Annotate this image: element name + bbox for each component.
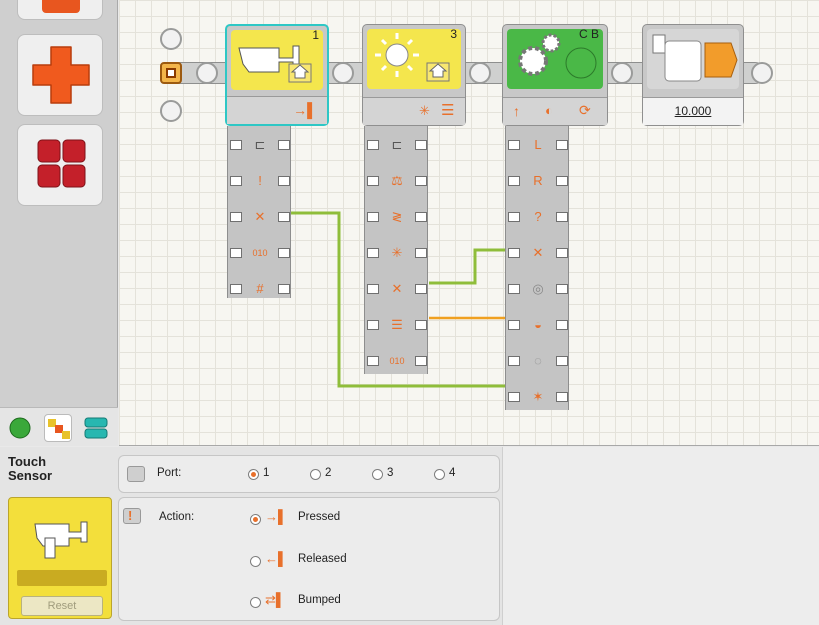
wait-duration-value: 10.000 bbox=[674, 104, 712, 118]
bumped-radio[interactable] bbox=[250, 597, 261, 608]
port-4-radio[interactable] bbox=[434, 469, 445, 480]
released-icon: ←▌ bbox=[265, 551, 288, 566]
direction-icon: ↑ bbox=[513, 103, 520, 119]
block-footer: ✳ ☰ bbox=[363, 97, 465, 125]
grid-icon bbox=[37, 139, 86, 188]
light-data-hub[interactable]: ⊏ ⚖ ≷ ✳ ✕ ☰ 010 bbox=[364, 126, 428, 374]
block-footer: →▌ bbox=[227, 96, 327, 124]
yes-no-icon: ✕ bbox=[391, 281, 403, 296]
blocks-icon bbox=[48, 419, 70, 439]
tab-complete-palette[interactable] bbox=[44, 414, 72, 442]
green-circle-icon bbox=[9, 417, 31, 439]
pressed-radio[interactable] bbox=[250, 514, 261, 525]
tab-custom-palette[interactable] bbox=[82, 414, 110, 442]
palette-tabs bbox=[0, 407, 118, 446]
nxt-program-editor: 1 →▌ ⊏ ! ✕ 010 # 3 ✳ ☰ ⊏ ⚖ ≷ ✳ ✕ ☰ 010 C… bbox=[0, 0, 819, 625]
move-data-hub[interactable]: L R ? ✕ ◎ ◒ ◌ ✶ bbox=[505, 126, 569, 410]
next-action-icon: ✶ bbox=[532, 389, 544, 404]
palette-item-common[interactable] bbox=[17, 0, 103, 20]
port-icon: ⊏ bbox=[254, 137, 266, 152]
palette-item-flow[interactable] bbox=[17, 124, 103, 206]
hourglass-icon bbox=[652, 34, 738, 82]
touch-icon-area bbox=[231, 30, 323, 90]
port-2-radio[interactable] bbox=[310, 469, 321, 480]
teal-stack-icon bbox=[84, 417, 108, 439]
action-icon: ! bbox=[123, 508, 141, 524]
bumped-label: Bumped bbox=[298, 594, 341, 606]
reset-button[interactable]: Reset bbox=[21, 596, 103, 616]
port-3-radio[interactable] bbox=[372, 469, 383, 480]
pressed-label: Pressed bbox=[298, 511, 341, 523]
block-port-number: 3 bbox=[450, 27, 457, 41]
intensity-icon: ☰ bbox=[391, 317, 403, 332]
port-group: Port: 1 2 3 4 bbox=[118, 455, 500, 493]
block-palette bbox=[0, 0, 118, 446]
panel-title-line2: Sensor bbox=[8, 468, 53, 483]
power-icon: ◐ bbox=[545, 103, 553, 118]
action-icon: ! bbox=[258, 173, 262, 188]
light-icon-area bbox=[367, 29, 461, 89]
port-icon bbox=[127, 466, 145, 482]
logical-number-icon: # bbox=[256, 281, 264, 296]
move-block[interactable]: C B ↑ ◐ ⟳ bbox=[502, 24, 608, 126]
action-label: Action: bbox=[159, 511, 195, 523]
touch-sensor-icon bbox=[238, 45, 312, 83]
left-motor-icon: L bbox=[534, 137, 542, 152]
port-4-label: 4 bbox=[449, 467, 456, 479]
tab-common-palette[interactable] bbox=[6, 414, 34, 442]
sensor-value-bar bbox=[17, 570, 107, 586]
pressed-action-icon: →▌ bbox=[293, 102, 317, 118]
power-icon: ◒ bbox=[534, 317, 542, 332]
port-1-radio[interactable] bbox=[248, 469, 259, 480]
config-panel: Touch Sensor Reset Port: 1 2 3 4 ! Actio… bbox=[0, 447, 819, 625]
trigger-point-icon: ⚖ bbox=[391, 173, 403, 188]
wait-icon-area bbox=[647, 29, 739, 89]
block-footer: 10.000 bbox=[643, 97, 743, 125]
common-block-icon bbox=[42, 0, 80, 13]
action-group: ! Action: →▌ Pressed ←▌ Released ⇄▌ Bump… bbox=[118, 497, 500, 621]
wait-time-block[interactable]: 10.000 bbox=[642, 24, 744, 126]
palette-item-action[interactable] bbox=[17, 34, 103, 116]
other-motor-icon: ? bbox=[534, 209, 542, 224]
bumped-icon: ⇄▌ bbox=[265, 592, 286, 607]
port-icon: ⊏ bbox=[391, 137, 403, 152]
touch-sensor-block[interactable]: 1 →▌ bbox=[225, 24, 329, 126]
port-label: Port: bbox=[157, 467, 182, 479]
duration-icon: ⟳ bbox=[579, 102, 591, 118]
port-3-label: 3 bbox=[387, 467, 394, 479]
cross-icon bbox=[32, 46, 90, 104]
released-radio[interactable] bbox=[250, 556, 261, 567]
raw-value-icon: 010 bbox=[252, 248, 268, 258]
yes-no-icon: ✕ bbox=[254, 209, 266, 224]
pressed-icon: →▌ bbox=[265, 509, 288, 524]
touch-sensor-icon bbox=[34, 521, 88, 559]
generate-light-icon: ✳ bbox=[391, 245, 403, 260]
duration-icon: ◌ bbox=[534, 353, 542, 368]
light-sensor-block[interactable]: 3 ✳ ☰ bbox=[362, 24, 466, 126]
greater-less-icon: ≷ bbox=[391, 209, 403, 224]
block-ports: C B bbox=[578, 27, 599, 41]
panel-title-line1: Touch bbox=[8, 454, 47, 469]
raw-value-icon: 010 bbox=[389, 356, 405, 366]
touch-data-hub[interactable]: ⊏ ! ✕ 010 # bbox=[227, 126, 291, 298]
block-footer: ↑ ◐ ⟳ bbox=[503, 97, 607, 125]
panel-empty-area bbox=[502, 447, 819, 625]
released-label: Released bbox=[298, 553, 347, 565]
right-motor-icon: R bbox=[533, 173, 543, 188]
direction-icon: ✕ bbox=[532, 245, 544, 260]
sensor-preview: Reset bbox=[8, 497, 112, 619]
panel-title: Touch Sensor bbox=[8, 455, 52, 483]
block-port-number: 1 bbox=[312, 28, 319, 42]
steering-icon: ◎ bbox=[532, 281, 544, 296]
port-1-label: 1 bbox=[263, 467, 270, 479]
comparison-icon: ☰ bbox=[441, 102, 455, 119]
program-canvas[interactable]: 1 →▌ ⊏ ! ✕ 010 # 3 ✳ ☰ ⊏ ⚖ ≷ ✳ ✕ ☰ 010 C… bbox=[119, 0, 819, 446]
light-sensor-icon bbox=[375, 33, 450, 82]
light-icon: ✳ bbox=[419, 103, 430, 118]
port-2-label: 2 bbox=[325, 467, 332, 479]
